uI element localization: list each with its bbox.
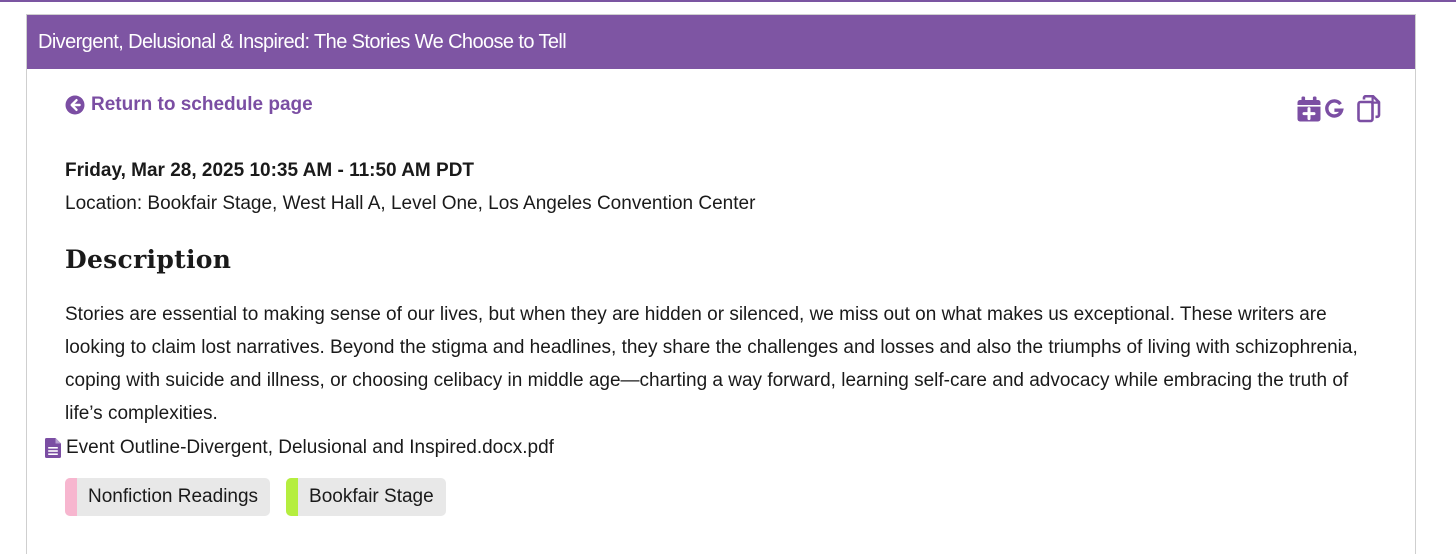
tag-label: Bookfair Stage bbox=[309, 486, 434, 507]
event-datetime: Friday, Mar 28, 2025 10:35 AM - 11:50 AM… bbox=[65, 160, 475, 181]
session-tools bbox=[1297, 95, 1381, 123]
arrow-circle-left-icon bbox=[65, 95, 85, 115]
event-location: Location: Bookfair Stage, West Hall A, L… bbox=[65, 193, 756, 214]
top-accent-rule bbox=[0, 0, 1456, 2]
add-to-calendar-button[interactable] bbox=[1297, 96, 1321, 122]
add-to-calendar-icon bbox=[1297, 96, 1321, 122]
session-card: Divergent, Delusional & Inspired: The St… bbox=[26, 14, 1416, 554]
session-tags: Nonfiction Readings Bookfair Stage bbox=[65, 478, 462, 516]
copy-button[interactable] bbox=[1357, 95, 1381, 123]
google-calendar-button[interactable] bbox=[1323, 98, 1345, 120]
return-to-schedule-link[interactable]: Return to schedule page bbox=[65, 94, 313, 116]
tag-label: Nonfiction Readings bbox=[88, 486, 259, 507]
attachment-filename: Event Outline-Divergent, Delusional and … bbox=[66, 437, 554, 458]
copy-icon bbox=[1357, 95, 1381, 123]
description-heading: Description bbox=[65, 245, 232, 274]
tag-nonfiction-readings[interactable]: Nonfiction Readings bbox=[65, 478, 271, 516]
attachment-link[interactable]: Event Outline-Divergent, Delusional and … bbox=[45, 437, 554, 459]
tag-color-swatch bbox=[65, 478, 77, 516]
session-header: Divergent, Delusional & Inspired: The St… bbox=[27, 15, 1415, 69]
tag-color-swatch bbox=[286, 478, 299, 516]
tag-bookfair-stage[interactable]: Bookfair Stage bbox=[286, 478, 446, 516]
session-title: Divergent, Delusional & Inspired: The St… bbox=[38, 30, 567, 53]
return-link-label: Return to schedule page bbox=[91, 94, 313, 115]
document-icon bbox=[45, 438, 61, 458]
description-text: Stories are essential to making sense of… bbox=[65, 304, 1358, 424]
google-calendar-icon bbox=[1325, 99, 1344, 118]
